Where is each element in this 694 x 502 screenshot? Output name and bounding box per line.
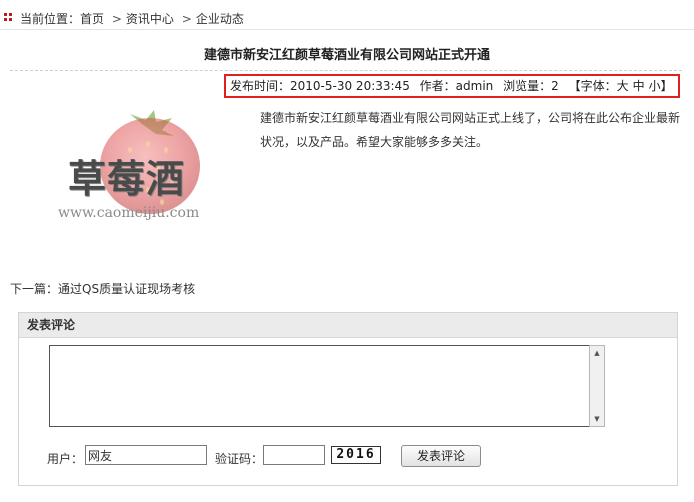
comment-header: 发表评论: [19, 313, 677, 338]
next-article-link[interactable]: 通过QS质量认证现场考核: [58, 282, 195, 296]
author-label: 作者：: [419, 79, 456, 93]
next-article-label: 下一篇：: [10, 282, 59, 296]
user-label: 用户：: [47, 452, 84, 466]
publish-date-value: 2010-5-30 20:33:45: [290, 79, 410, 93]
comment-textarea[interactable]: [49, 345, 589, 427]
article-title: 建德市新安江红颜草莓酒业有限公司网站正式开通: [203, 48, 490, 63]
font-size-switcher: 【字体：大中小】: [569, 79, 673, 93]
font-medium-link[interactable]: 中: [633, 79, 645, 93]
view-count: 浏览量：2: [503, 79, 559, 93]
breadcrumb-news-center[interactable]: 资讯中心: [126, 12, 174, 26]
brand-logo-image: 草莓酒 www.caomeijiu.com: [50, 110, 225, 230]
font-large-link[interactable]: 大: [617, 79, 629, 93]
captcha-image[interactable]: 2016: [331, 446, 381, 464]
breadcrumb-separator: >: [111, 12, 122, 26]
font-size-close: 】: [660, 79, 673, 93]
breadcrumb: 当前位置：首页 > 资讯中心 > 企业动态: [20, 10, 244, 27]
font-size-label: 【字体：: [568, 79, 617, 93]
logo-text: 草莓酒: [68, 157, 186, 201]
submit-comment-button[interactable]: 发表评论: [401, 445, 481, 467]
breadcrumb-prefix: 当前位置：: [20, 12, 81, 26]
article-body: 建德市新安江红颜草莓酒业有限公司网站正式上线了，公司将在此公布企业最新状况，以及…: [260, 111, 681, 149]
view-count-label: 浏览量：: [503, 79, 552, 93]
user-input[interactable]: 网友: [85, 445, 207, 465]
breadcrumb-company-news[interactable]: 企业动态: [196, 12, 244, 26]
author-value: admin: [455, 79, 494, 93]
breadcrumb-bar: 当前位置：首页 > 资讯中心 > 企业动态: [0, 0, 694, 30]
breadcrumb-home[interactable]: 首页: [80, 12, 104, 26]
triangle-down-icon[interactable]: ▼: [590, 412, 604, 426]
comment-panel: 发表评论 ▲ ▼ 用户： 网友 验证码： 2016 发表评论: [18, 312, 678, 486]
logo-url: www.caomeijiu.com: [58, 205, 200, 221]
author: 作者：admin: [420, 79, 494, 93]
font-small-link[interactable]: 小: [649, 79, 661, 93]
triangle-up-icon[interactable]: ▲: [590, 346, 604, 360]
article-meta: 发布时间：2010-5-30 20:33:45 作者：admin 浏览量：2 【…: [224, 74, 680, 98]
captcha-input[interactable]: [263, 445, 325, 465]
captcha-label: 验证码：: [215, 452, 264, 466]
breadcrumb-separator: >: [181, 12, 192, 26]
view-count-value: 2: [551, 79, 559, 93]
title-divider: [10, 70, 682, 71]
next-article: 下一篇：通过QS质量认证现场考核: [10, 280, 195, 297]
publish-date-label: 发布时间：: [230, 79, 291, 93]
publish-date: 发布时间：2010-5-30 20:33:45: [230, 79, 410, 93]
textarea-scrollbar[interactable]: ▲ ▼: [589, 345, 605, 427]
grid-bullet-icon: [4, 13, 12, 21]
